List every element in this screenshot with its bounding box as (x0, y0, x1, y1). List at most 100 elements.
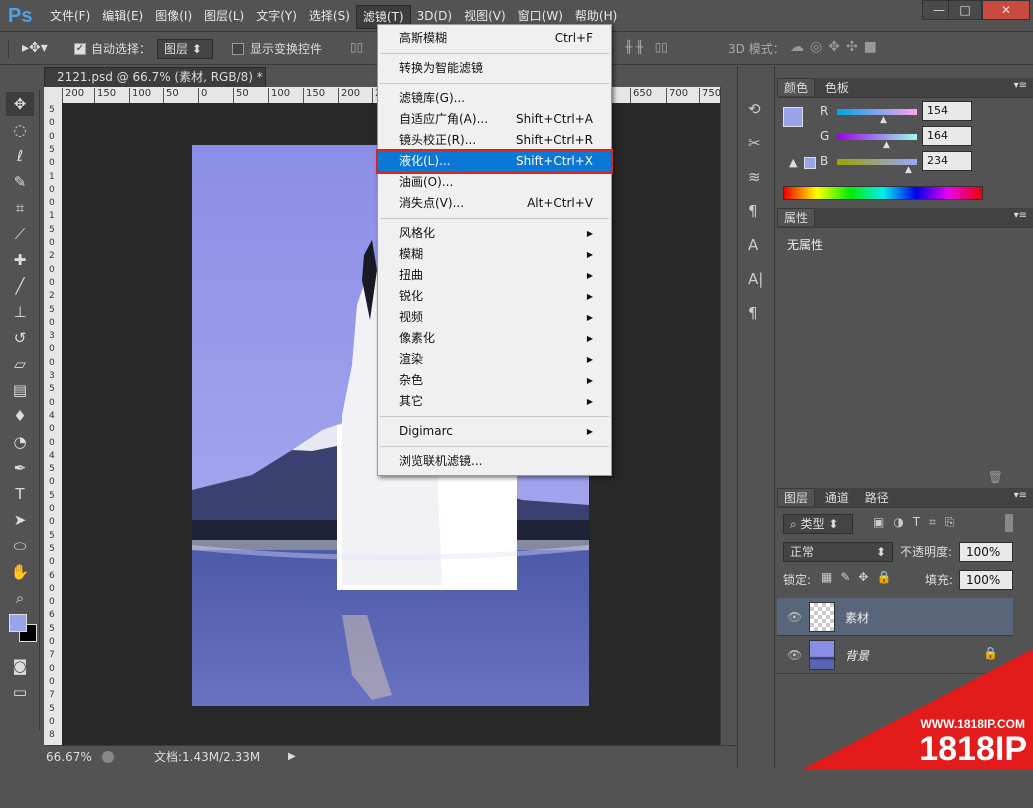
menu-1[interactable]: 编辑(E) (96, 0, 149, 32)
filter-menu-item[interactable]: 油画(O)... (378, 172, 611, 193)
filter-menu-item[interactable]: 杂色 ▶ (378, 370, 611, 391)
filter-menu-item[interactable]: 消失点(V)... Alt+Ctrl+V (378, 193, 611, 214)
menu-4[interactable]: 文字(Y) (250, 0, 303, 32)
filter-menu-item[interactable]: 渲染 ▶ (378, 349, 611, 370)
gamut-warning-icon[interactable]: ▲ (789, 156, 797, 169)
color-spectrum[interactable] (783, 186, 983, 200)
stamp-tool-icon[interactable]: ⊥ (6, 300, 34, 324)
pen-tool-icon[interactable]: ✒ (6, 456, 34, 480)
screen-mode-icon[interactable]: ▭ (6, 680, 34, 704)
filter-menu-item[interactable]: 锐化 ▶ (378, 286, 611, 307)
menu-0[interactable]: 文件(F) (44, 0, 96, 32)
filter-menu-item[interactable]: 像素化 ▶ (378, 328, 611, 349)
quick-select-tool-icon[interactable]: ✎ (6, 170, 34, 194)
filter-menu-item[interactable]: 滤镜库(G)... (378, 88, 611, 109)
tab-color[interactable]: 颜色 (777, 78, 816, 96)
dodge-tool-icon[interactable]: ◔ (6, 430, 34, 454)
maximize-button[interactable]: □ (948, 0, 982, 20)
lock-icons[interactable]: ▦✎✥🔒 (821, 570, 899, 584)
channel-g-slider[interactable] (837, 134, 917, 140)
channel-g-value[interactable]: 164 (922, 126, 972, 146)
gradient-tool-icon[interactable]: ▤ (6, 378, 34, 402)
brush-panel-icon[interactable]: ✂ (748, 126, 774, 160)
channel-r-handle[interactable]: ▲ (880, 115, 887, 125)
filter-menu-item[interactable]: 风格化 ▶ (378, 223, 611, 244)
type-tool-icon[interactable]: T (6, 482, 34, 506)
filter-menu-item[interactable]: 镜头校正(R)... Shift+Ctrl+R (378, 130, 611, 151)
filter-menu-item[interactable]: 液化(L)... Shift+Ctrl+X (376, 149, 613, 174)
tab-properties[interactable]: 属性 (777, 208, 816, 226)
filter-menu-item[interactable]: 浏览联机滤镜... (378, 451, 611, 472)
paragraph-style-icon[interactable]: ¶ (748, 194, 774, 228)
foreground-color-swatch[interactable] (9, 614, 27, 632)
status-options-icon[interactable] (102, 751, 114, 763)
filter-menu-item[interactable]: 扭曲 ▶ (378, 265, 611, 286)
auto-select-mode-select[interactable]: 图层 ⬍ (157, 39, 213, 59)
panel-menu-icon[interactable]: ▾≡ (1014, 80, 1027, 91)
menu-3[interactable]: 图层(L) (198, 0, 250, 32)
channel-r-value[interactable]: 154 (922, 101, 972, 121)
tab-layers[interactable]: 图层 (777, 488, 816, 506)
fill-input[interactable]: 100% ▾ (959, 570, 1013, 605)
menu-2[interactable]: 图像(I) (149, 0, 198, 32)
web-safe-swatch[interactable] (804, 157, 816, 169)
filter-menu-item[interactable]: 高斯模糊 Ctrl+F (378, 28, 611, 49)
auto-select-checkbox[interactable]: ✓ (74, 43, 86, 55)
history-brush-icon[interactable]: ↺ (6, 326, 34, 350)
visibility-eye-icon[interactable]: 👁 (787, 648, 802, 662)
char-style-icon[interactable]: A (748, 228, 774, 262)
menu-5[interactable]: 选择(S) (303, 0, 356, 32)
eraser-tool-icon[interactable]: ▱ (6, 352, 34, 376)
3d-tools-icons[interactable]: ☁◎✥✣■ (790, 39, 883, 55)
tab-channels[interactable]: 通道 (819, 489, 855, 507)
blur-tool-icon[interactable]: ♦ (6, 404, 34, 428)
layer-row-material[interactable]: 👁 素材 (777, 598, 1013, 636)
channel-g-handle[interactable]: ▲ (883, 140, 890, 150)
filter-toggle[interactable] (1005, 514, 1013, 532)
opacity-input[interactable]: 100% ▾ (959, 542, 1013, 577)
eyedropper-tool-icon[interactable]: ⟋ (6, 222, 34, 246)
filter-menu-item[interactable]: 自适应广角(A)... Shift+Ctrl+A (378, 109, 611, 130)
show-transform-checkbox[interactable] (232, 43, 244, 55)
trash-icon[interactable]: 🗑 (988, 470, 1003, 484)
distribute-icons[interactable]: ╫ ╫ ▯▯ (625, 40, 668, 54)
channel-b-handle[interactable]: ▲ (905, 165, 912, 175)
adjust-panel-icon[interactable]: ≋ (748, 160, 774, 194)
channel-r-slider[interactable] (837, 109, 917, 115)
lasso-tool-icon[interactable]: ℓ (6, 144, 34, 168)
brush-tool-icon[interactable]: ╱ (6, 274, 34, 298)
layers-menu-icon[interactable]: ▾≡ (1014, 490, 1027, 501)
tab-swatches[interactable]: 色板 (819, 79, 855, 97)
layer-filter-icons[interactable]: ▣◑T⌗⎘ (873, 515, 964, 530)
blend-mode-select[interactable]: 正常 ⬍ (783, 542, 893, 562)
layer-filter-select[interactable]: ⌕ 类型 ⬍ (783, 514, 853, 534)
color-foreground-swatch[interactable] (783, 107, 803, 127)
path-select-icon[interactable]: ➤ (6, 508, 34, 532)
history-panel-icon[interactable]: ⟲ (748, 92, 774, 126)
channel-b-value[interactable]: 234 (922, 151, 972, 171)
filter-menu-item[interactable]: 转换为智能滤镜 (378, 58, 611, 79)
visibility-eye-icon[interactable]: 👁 (787, 610, 802, 624)
move-tool-icon[interactable]: ✥ (6, 92, 34, 116)
crop-tool-icon[interactable]: ⌗ (6, 196, 34, 220)
move-tool-icon[interactable]: ▸✥▾ (22, 40, 48, 56)
filter-menu-item[interactable]: 视频 ▶ (378, 307, 611, 328)
paragraph-panel-icon[interactable]: ¶ (748, 296, 774, 330)
filter-menu-item[interactable]: 模糊 ▶ (378, 244, 611, 265)
properties-menu-icon[interactable]: ▾≡ (1014, 210, 1027, 221)
vertical-scrollbar[interactable] (720, 87, 734, 745)
tab-paths[interactable]: 路径 (859, 489, 895, 507)
quick-mask-icon[interactable]: ◙ (6, 654, 34, 678)
ellipse-tool-icon[interactable]: ⬭ (6, 534, 34, 558)
close-button[interactable]: ✕ (982, 0, 1030, 20)
marquee-tool-icon[interactable]: ◌ (6, 118, 34, 142)
filter-menu-item[interactable]: 其它 ▶ (378, 391, 611, 412)
character-panel-icon[interactable]: A| (748, 262, 774, 296)
filter-menu-item[interactable]: Digimarc ▶ (378, 421, 611, 442)
zoom-tool-icon[interactable]: ⌕ (6, 586, 34, 610)
healing-brush-icon[interactable]: ✚ (6, 248, 34, 272)
align-icon[interactable]: ▯▯ (350, 40, 363, 54)
hand-tool-icon[interactable]: ✋ (6, 560, 34, 584)
document-tab[interactable]: 2121.psd @ 66.7% (素材, RGB/8) * × (44, 67, 266, 103)
layer-name-material[interactable]: 素材 (845, 609, 869, 626)
